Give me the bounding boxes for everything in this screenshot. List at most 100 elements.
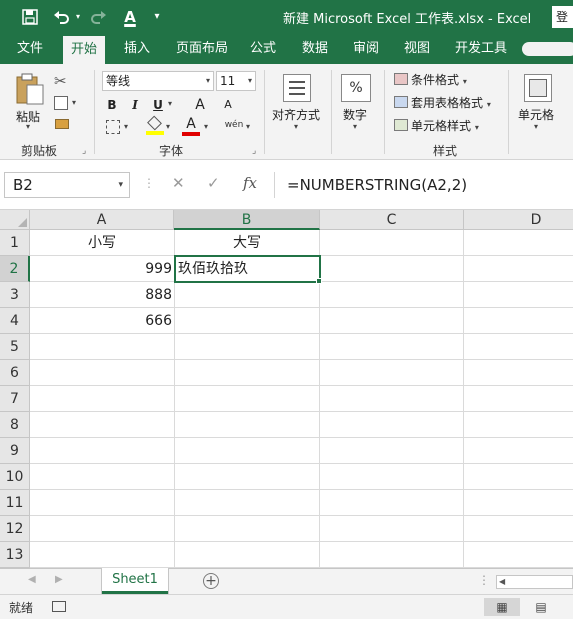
format-as-table-icon: [394, 96, 408, 108]
chevron-down-icon: ▾: [247, 76, 252, 85]
sheet-tab-sheet1[interactable]: Sheet1: [102, 568, 168, 594]
row-header-7[interactable]: 7: [0, 386, 30, 412]
italic-button[interactable]: I: [127, 96, 143, 114]
undo-icon[interactable]: [50, 6, 74, 28]
chevron-down-icon: ▾: [118, 180, 123, 190]
fill-color-icon[interactable]: [146, 115, 164, 135]
fill-color-dropdown-icon[interactable]: ▾: [166, 122, 170, 131]
macro-record-icon[interactable]: [52, 601, 66, 612]
column-header-b[interactable]: B: [174, 210, 320, 230]
conditional-formatting-label: 条件格式: [411, 73, 460, 87]
gridline: [30, 515, 573, 516]
save-icon[interactable]: [20, 6, 40, 28]
customize-qat-icon[interactable]: ▾: [150, 6, 164, 28]
paste-dropdown-icon[interactable]: ▾: [26, 122, 30, 131]
status-bar: 就绪 ▦ ▤: [0, 594, 573, 619]
tab-page-layout[interactable]: 页面布局: [176, 34, 228, 64]
tab-view[interactable]: 视图: [404, 34, 430, 64]
column-header-d[interactable]: D: [464, 210, 573, 230]
prev-sheet-icon[interactable]: ◀: [28, 574, 36, 585]
cell-a4[interactable]: 666: [30, 308, 174, 334]
insert-function-icon[interactable]: fx: [243, 174, 257, 192]
font-color-dropdown-icon[interactable]: ▾: [204, 122, 208, 131]
tab-developer[interactable]: 开发工具: [455, 34, 507, 64]
scroll-left-icon[interactable]: ◀: [499, 576, 505, 588]
format-painter-icon[interactable]: [55, 119, 69, 129]
row-header-8[interactable]: 8: [0, 412, 30, 438]
underline-button[interactable]: U: [150, 96, 166, 114]
copy-dropdown-icon[interactable]: ▾: [72, 98, 76, 107]
page-layout-icon: ▤: [535, 600, 547, 614]
cell-a1[interactable]: 小写: [30, 230, 174, 256]
column-header-a[interactable]: A: [30, 210, 174, 230]
select-all-button[interactable]: [0, 210, 30, 230]
format-as-table-button[interactable]: 套用表格格式 ▾: [394, 93, 491, 113]
phonetic-button[interactable]: wén: [224, 116, 244, 136]
row-header-9[interactable]: 9: [0, 438, 30, 464]
tab-data[interactable]: 数据: [302, 34, 328, 64]
font-color-button[interactable]: A: [182, 116, 200, 136]
row-header-3[interactable]: 3: [0, 282, 30, 308]
row-header-2[interactable]: 2: [0, 256, 30, 282]
border-icon[interactable]: [106, 120, 120, 134]
cell-styles-button[interactable]: 单元格样式 ▾: [394, 116, 479, 136]
horizontal-scrollbar[interactable]: ◀: [496, 575, 573, 589]
paste-button[interactable]: 粘贴 ▾: [12, 70, 48, 131]
name-box[interactable]: B2 ▾: [4, 172, 130, 198]
login-button[interactable]: 登: [552, 6, 573, 28]
row-header-1[interactable]: 1: [0, 230, 30, 256]
tab-home[interactable]: 开始: [63, 36, 106, 64]
normal-view-button[interactable]: ▦: [484, 598, 520, 616]
phonetic-dropdown-icon[interactable]: ▾: [246, 122, 250, 131]
bold-button[interactable]: B: [104, 96, 120, 114]
tab-review[interactable]: 审阅: [353, 34, 379, 64]
phonetic-text: wén: [224, 120, 244, 130]
grow-font-button[interactable]: A: [193, 96, 207, 114]
column-header-c[interactable]: C: [320, 210, 464, 230]
tab-splitter-icon[interactable]: ⋮: [478, 573, 490, 587]
row-header-4[interactable]: 4: [0, 308, 30, 334]
cell-styles-label: 单元格样式: [411, 119, 472, 133]
tab-file[interactable]: 文件: [17, 34, 43, 64]
page-layout-view-button[interactable]: ▤: [523, 598, 559, 616]
row-header-5[interactable]: 5: [0, 334, 30, 360]
sheet-tabs-bar: ◀ ▶ Sheet1 + ⋮ ◀: [0, 568, 573, 594]
redo-icon[interactable]: [86, 6, 110, 28]
cut-icon[interactable]: ✂: [54, 72, 67, 90]
conditional-formatting-button[interactable]: 条件格式 ▾: [394, 70, 467, 90]
add-sheet-icon[interactable]: +: [203, 573, 219, 589]
gridline: [30, 541, 573, 542]
font-size-combo[interactable]: 11 ▾: [216, 71, 256, 91]
chevron-down-icon: ▾: [534, 122, 539, 131]
tab-insert[interactable]: 插入: [124, 34, 150, 64]
next-sheet-icon[interactable]: ▶: [55, 574, 63, 585]
clipboard-launcher-icon[interactable]: ⌟: [82, 146, 86, 156]
number-button[interactable]: % 数字 ▾: [337, 70, 377, 136]
alignment-button[interactable]: 对齐方式 ▾: [270, 70, 324, 136]
status-text: 就绪: [9, 601, 34, 615]
formula-input[interactable]: =NUMBERSTRING(A2,2): [274, 172, 573, 198]
cell-a2[interactable]: 999: [30, 256, 174, 282]
row-header-12[interactable]: 12: [0, 516, 30, 542]
row-header-11[interactable]: 11: [0, 490, 30, 516]
underline-dropdown-icon[interactable]: ▾: [168, 99, 172, 108]
tab-formulas[interactable]: 公式: [250, 34, 276, 64]
cell-a3[interactable]: 888: [30, 282, 174, 308]
border-dropdown-icon[interactable]: ▾: [124, 122, 128, 131]
row-header-6[interactable]: 6: [0, 360, 30, 386]
row-header-10[interactable]: 10: [0, 464, 30, 490]
cells-button[interactable]: 单元格 ▾: [514, 70, 564, 136]
font-name-combo[interactable]: 等线 ▾: [102, 71, 214, 91]
copy-icon[interactable]: [54, 96, 68, 110]
formula-bar-grip[interactable]: ⋮: [143, 176, 155, 190]
shrink-font-button[interactable]: A: [221, 96, 235, 114]
font-launcher-icon[interactable]: ⌟: [252, 146, 256, 156]
enter-icon[interactable]: ✓: [207, 174, 220, 192]
undo-dropdown-icon[interactable]: ▾: [74, 6, 82, 28]
cancel-icon[interactable]: ✕: [172, 174, 185, 192]
gridline: [30, 489, 573, 490]
font-color-icon[interactable]: A: [120, 6, 140, 28]
fill-handle[interactable]: [316, 278, 322, 284]
row-header-13[interactable]: 13: [0, 542, 30, 568]
cell-b1[interactable]: 大写: [175, 230, 319, 256]
